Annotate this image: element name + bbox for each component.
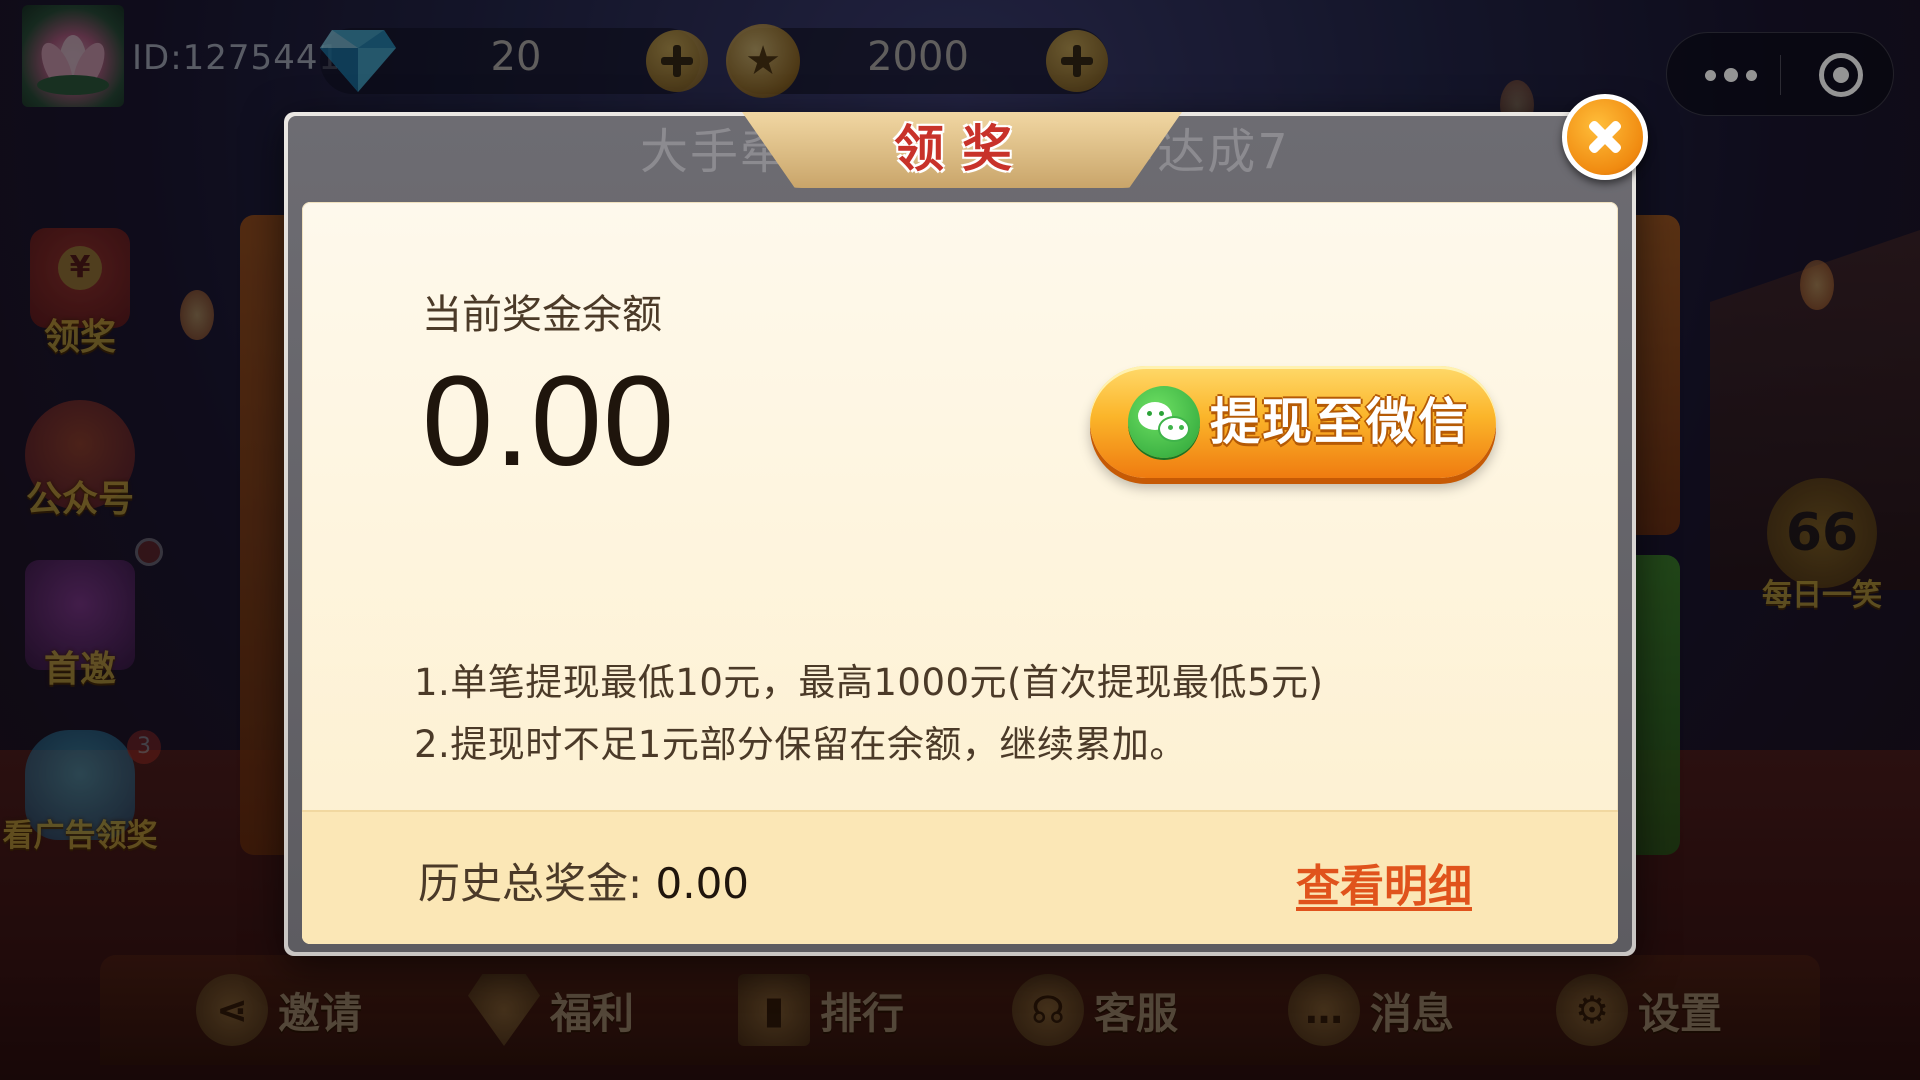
view-details-link[interactable]: 查看明细 [1296, 850, 1472, 914]
balance-value: 0.00 [422, 350, 676, 493]
withdraw-label: 提现至微信 [1210, 393, 1470, 451]
wechat-icon [1128, 386, 1200, 458]
balance-label: 当前奖金余额 [422, 292, 662, 338]
history-label: 历史总奖金: [418, 859, 656, 908]
modal-title: 领奖 [894, 120, 1030, 178]
withdraw-rule: 2.提现时不足1元部分保留在余额，继续累加。 [414, 723, 1187, 766]
withdraw-rule: 1.单笔提现最低10元，最高1000元(首次提现最低5元) [414, 661, 1324, 704]
history-total: 历史总奖金: 0.00 [418, 850, 749, 911]
withdraw-to-wechat-button[interactable]: 提现至微信 [1090, 366, 1496, 478]
close-button[interactable] [1562, 94, 1648, 180]
history-value: 0.00 [655, 859, 750, 908]
